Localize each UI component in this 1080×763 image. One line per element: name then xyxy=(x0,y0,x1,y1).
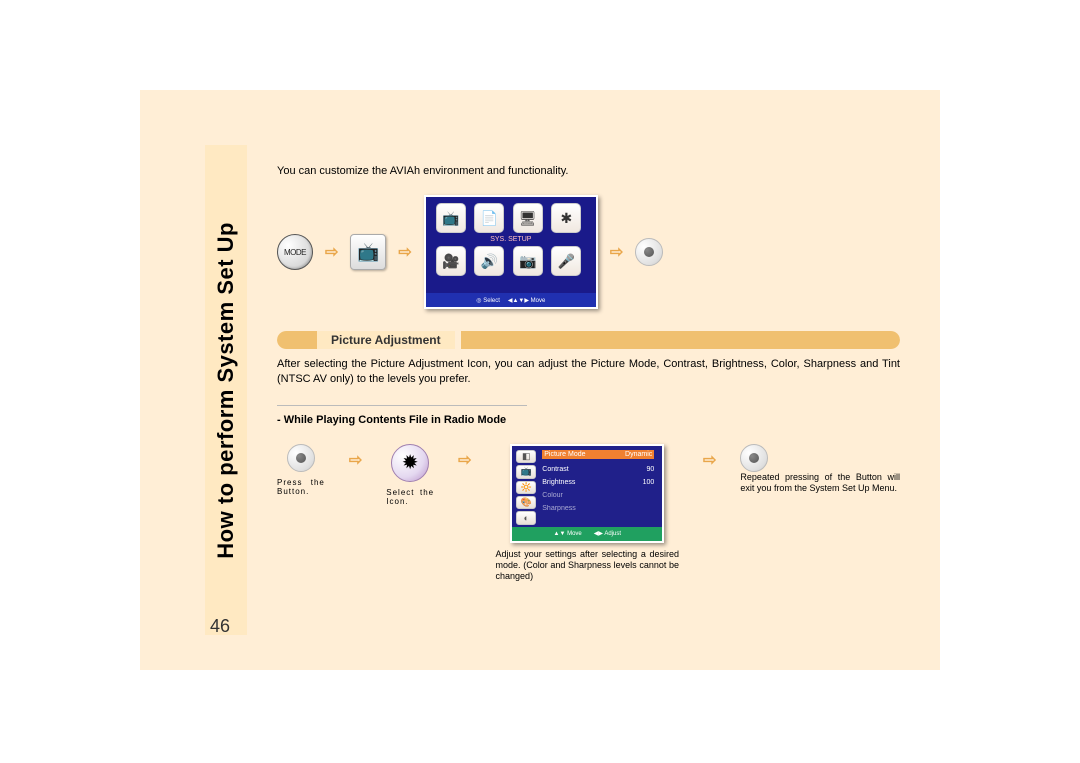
section-title: Picture Adjustment xyxy=(317,331,455,349)
side-icon: 📺 xyxy=(516,465,536,478)
side-icon: ◧ xyxy=(516,450,536,463)
vertical-title: How to perform System Set Up xyxy=(213,222,239,559)
step1-caption: Press the Button. xyxy=(277,478,325,497)
row-value: 100 xyxy=(643,479,655,486)
screen-label: SYS. SETUP xyxy=(426,236,596,243)
screen-icon-doc: 📄 xyxy=(474,203,504,233)
step2-caption: Select the Icon. xyxy=(386,488,434,507)
divider-fill xyxy=(461,331,900,349)
row-label: Contrast xyxy=(542,466,568,473)
side-icon: 🔆 xyxy=(516,481,536,494)
step-1: Press the Button. xyxy=(277,444,325,497)
footer-select: ◎ Select xyxy=(476,297,500,304)
horizontal-rule xyxy=(277,405,527,406)
arrow-icon: ⇨ xyxy=(458,450,471,470)
step-3: ◧ 📺 🔆 🎨 ◐ Picture Mode Dynamic Contrast … xyxy=(496,444,679,583)
arrow-icon: ⇨ xyxy=(325,242,338,262)
vertical-title-bar: How to perform System Set Up xyxy=(205,145,247,635)
paragraph-1: After selecting the Picture Adjustment I… xyxy=(277,357,900,387)
select-button[interactable] xyxy=(635,238,663,266)
footer-adjust: ◀▶ Adjust xyxy=(594,530,621,537)
arrow-icon: ⇨ xyxy=(398,242,411,262)
screen2-row: Contrast 90 xyxy=(542,466,654,473)
screen-footer: ◎ Select ◀▲▼▶ Move xyxy=(426,293,596,307)
page-number: 46 xyxy=(210,616,230,637)
arrow-icon: ⇨ xyxy=(610,242,623,262)
screen2-row: Picture Mode Dynamic xyxy=(542,450,654,459)
divider-cap-left xyxy=(277,331,317,349)
picture-adjust-screen: ◧ 📺 🔆 🎨 ◐ Picture Mode Dynamic Contrast … xyxy=(510,444,664,543)
row-label: Sharpness xyxy=(542,505,575,512)
sys-setup-screen: 📺 📄 🖥 ✱ SYS. SETUP 🎥 🔊 📷 🎤 ◎ Select ◀▲▼▶… xyxy=(424,195,598,309)
arrow-icon: ⇨ xyxy=(349,450,362,470)
screen-icon-tv: 📺 xyxy=(436,203,466,233)
mode-button-label: MODE xyxy=(284,248,306,257)
screen-icon-monitor: 🖥 xyxy=(513,203,543,233)
screen2-row: Brightness 100 xyxy=(542,479,654,486)
main-content: You can customize the AVIAh environment … xyxy=(277,165,900,582)
flow-row-2: Press the Button. ⇨ ✹ Select the Icon. ⇨… xyxy=(277,444,900,583)
screen-icon-mic: 🎤 xyxy=(551,246,581,276)
row-label: Picture Mode xyxy=(544,451,585,458)
screen2-row: Colour xyxy=(542,492,654,499)
row-value: 90 xyxy=(646,466,654,473)
subheading: - While Playing Contents File in Radio M… xyxy=(277,414,900,426)
gear-icon: ✹ xyxy=(391,444,429,482)
screen2-side-icons: ◧ 📺 🔆 🎨 ◐ xyxy=(516,450,538,525)
screen-icon-speaker: 🔊 xyxy=(474,246,504,276)
footer-move: ▲▼ Move xyxy=(554,531,582,537)
press-button[interactable] xyxy=(287,444,315,472)
screen-icon-grid: 📺 📄 🖥 ✱ xyxy=(426,197,596,233)
screen2-row: Sharpness xyxy=(542,505,654,512)
flow-row-1: MODE ⇨ 📺 ⇨ 📺 📄 🖥 ✱ SYS. SETUP 🎥 🔊 📷 🎤 ◎ … xyxy=(277,195,900,309)
screen-icon-camcorder: 🎥 xyxy=(436,246,466,276)
screen2-footer: ▲▼ Move ◀▶ Adjust xyxy=(512,527,662,541)
step-2: ✹ Select the Icon. xyxy=(386,444,434,507)
section-divider: Picture Adjustment xyxy=(277,331,900,349)
mode-button[interactable]: MODE xyxy=(277,234,313,270)
exit-button[interactable] xyxy=(740,444,768,472)
side-icon: 🎨 xyxy=(516,496,536,509)
row-label: Brightness xyxy=(542,479,575,486)
tv-icon: 📺 xyxy=(350,234,386,270)
screen-icon-camera: 📷 xyxy=(513,246,543,276)
step-4: Repeated pressing of the Button will exi… xyxy=(740,444,900,495)
row-value: Dynamic xyxy=(625,451,652,458)
screen2-caption: Adjust your settings after selecting a d… xyxy=(496,549,679,583)
screen-icon-star: ✱ xyxy=(551,203,581,233)
side-icon: ◐ xyxy=(516,511,536,524)
row-label: Colour xyxy=(542,492,563,499)
intro-text: You can customize the AVIAh environment … xyxy=(277,165,900,177)
footer-move: ◀▲▼▶ Move xyxy=(508,297,545,304)
arrow-icon: ⇨ xyxy=(703,450,716,470)
exit-caption: Repeated pressing of the Button will exi… xyxy=(740,472,900,495)
